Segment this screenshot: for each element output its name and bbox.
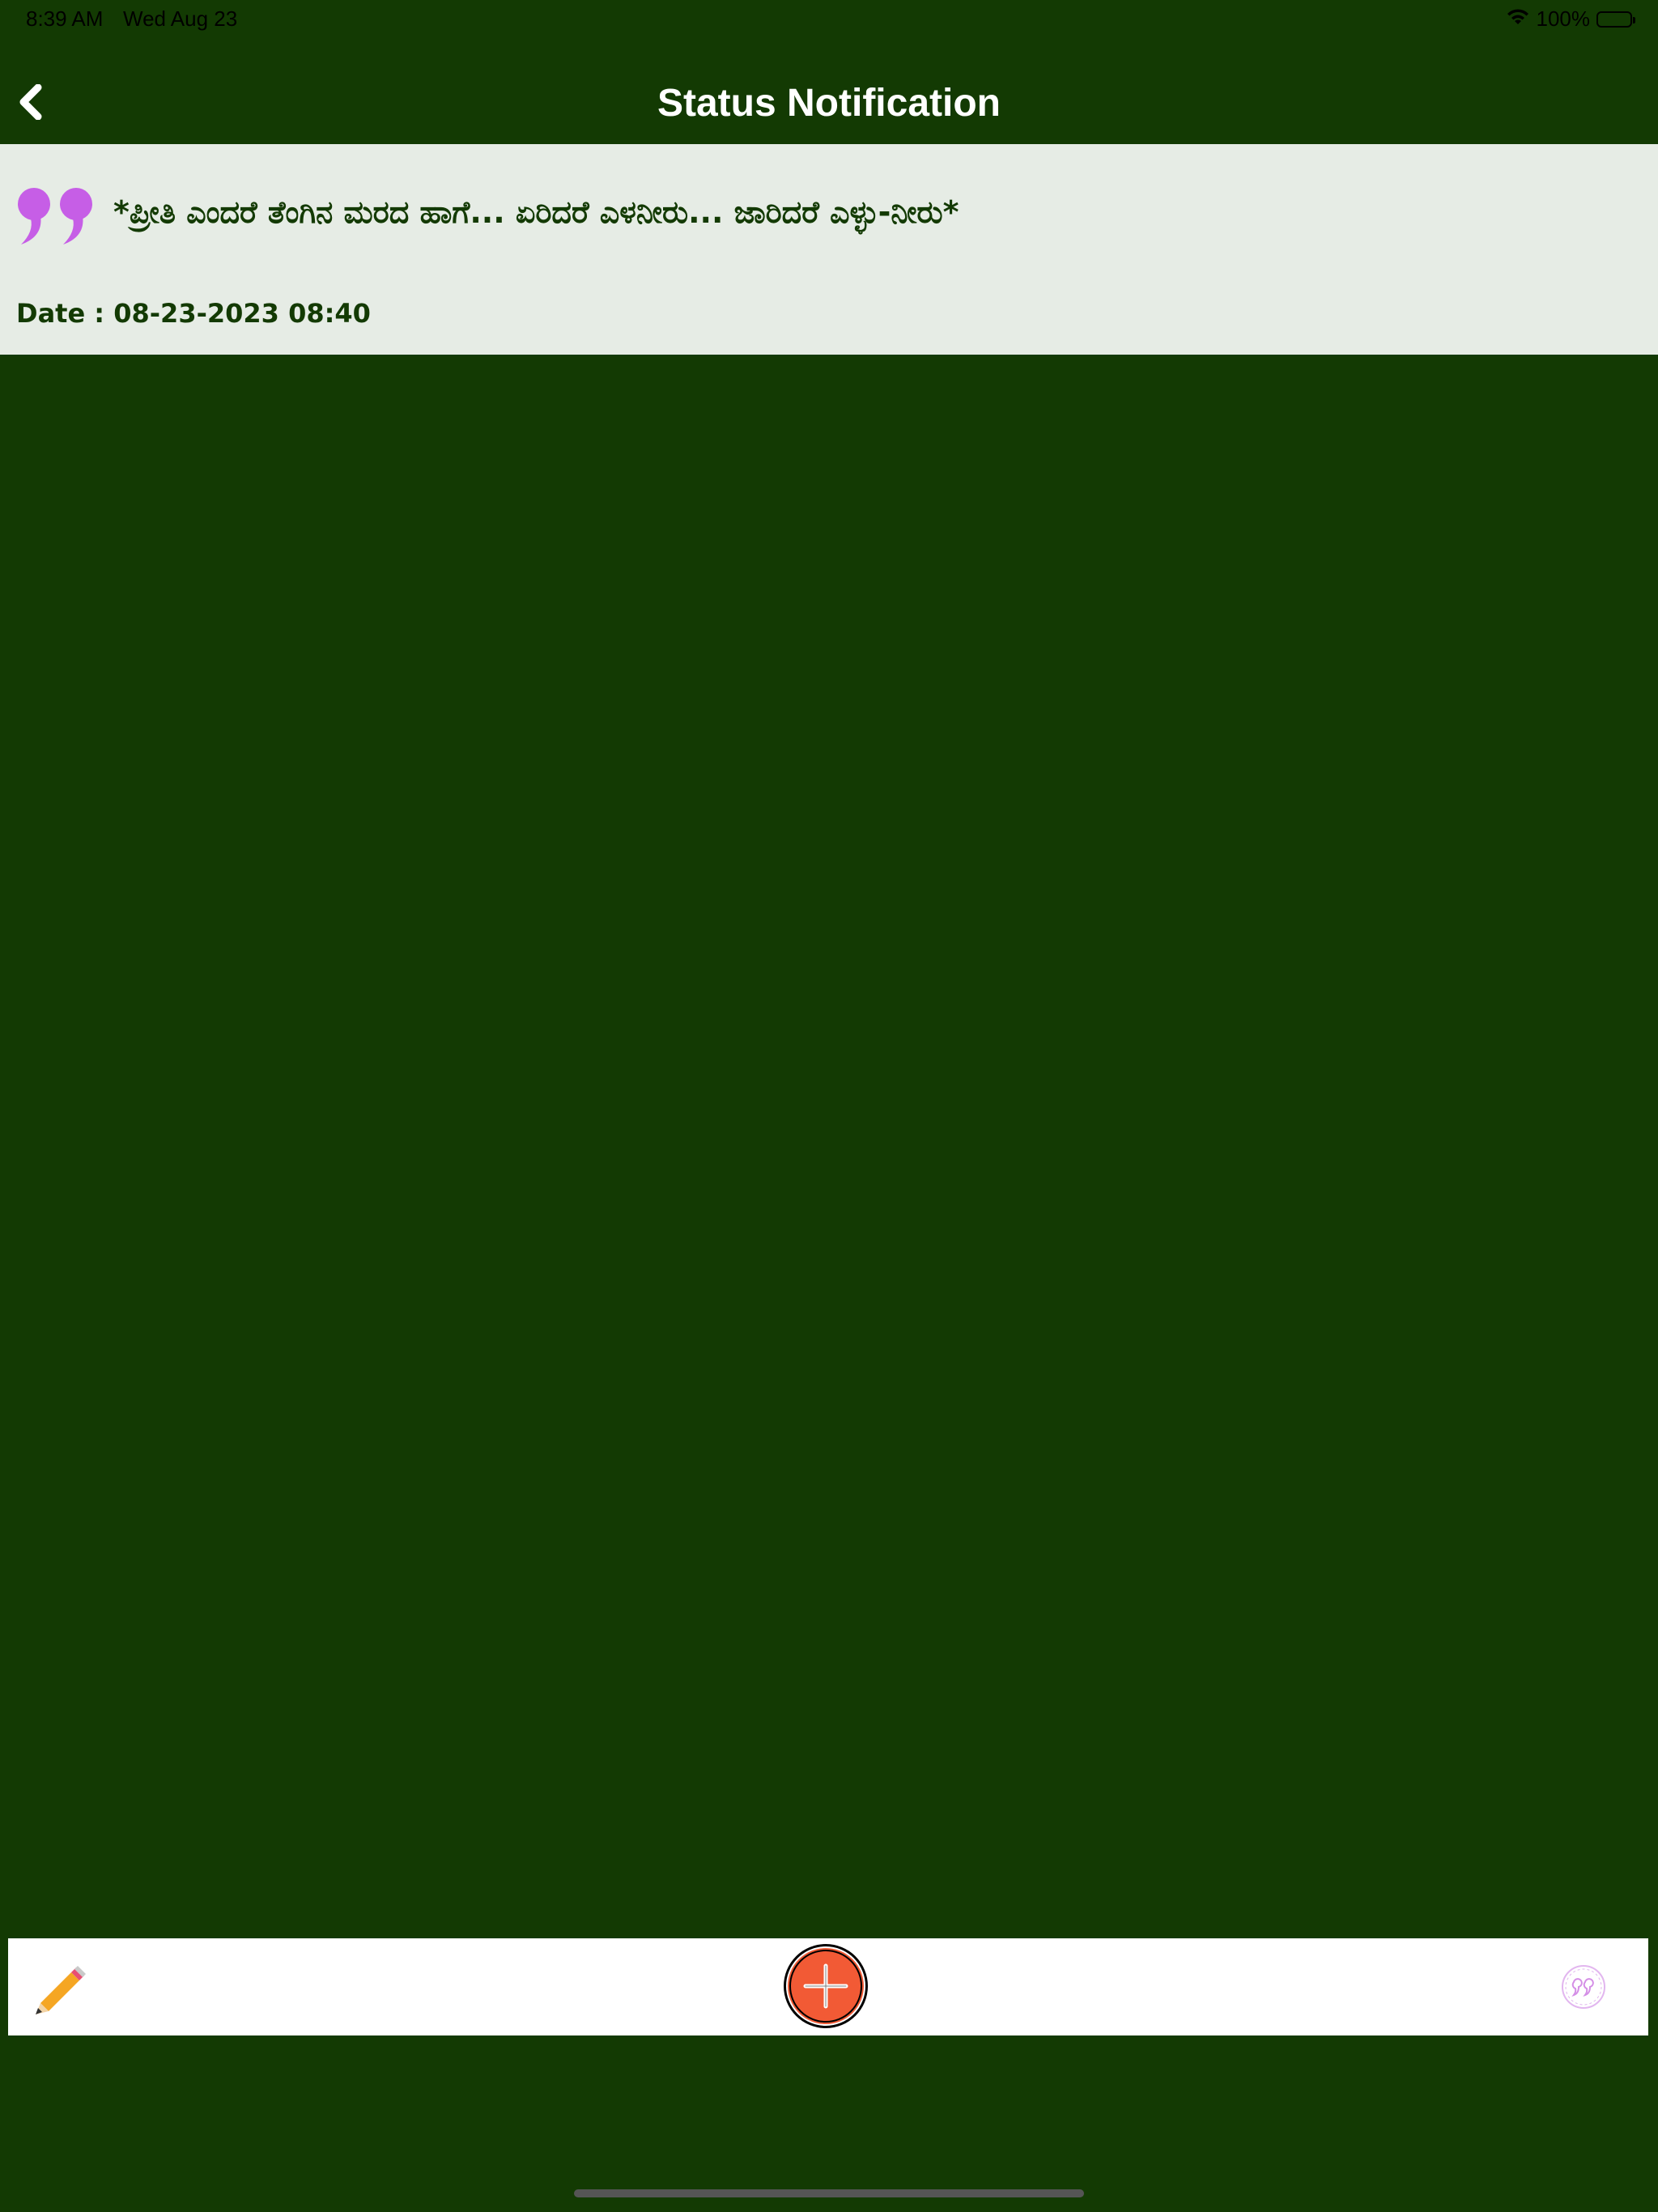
pencil-icon	[32, 1966, 89, 2018]
notification-card[interactable]: *ಪ್ರೀತಿ ಎಂದರೆ ತೆಂಗಿನ ಮರದ ಹಾಗೆ... ಏರಿದರೆ …	[0, 144, 1658, 355]
quotes-button[interactable]	[1559, 1963, 1608, 2011]
page-title: Status Notification	[657, 82, 1001, 125]
battery-percent: 100%	[1536, 6, 1591, 31]
battery-icon	[1596, 11, 1635, 28]
status-date: Wed Aug 23	[123, 6, 238, 31]
home-indicator[interactable]	[574, 2189, 1084, 2197]
wifi-icon	[1506, 6, 1530, 32]
status-indicators: 100%	[1506, 6, 1635, 32]
bottom-toolbar	[8, 1938, 1648, 2035]
add-button[interactable]	[781, 1942, 870, 2031]
status-date-text: Date : 08-23-2023 08:40	[16, 298, 371, 329]
quote-icon	[16, 183, 97, 251]
edit-button[interactable]	[32, 1961, 89, 2014]
nav-bar: Status Notification	[0, 39, 1658, 144]
quotes-icon	[1559, 1965, 1608, 2014]
status-quote-text: *ಪ್ರೀತಿ ಎಂದರೆ ತೆಂಗಿನ ಮರದ ಹಾಗೆ... ಏರಿದರೆ …	[113, 194, 959, 230]
plus-icon	[781, 1944, 870, 2034]
status-time: 8:39 AM	[26, 6, 104, 31]
status-bar: 8:39 AM Wed Aug 23 100%	[0, 0, 1658, 39]
